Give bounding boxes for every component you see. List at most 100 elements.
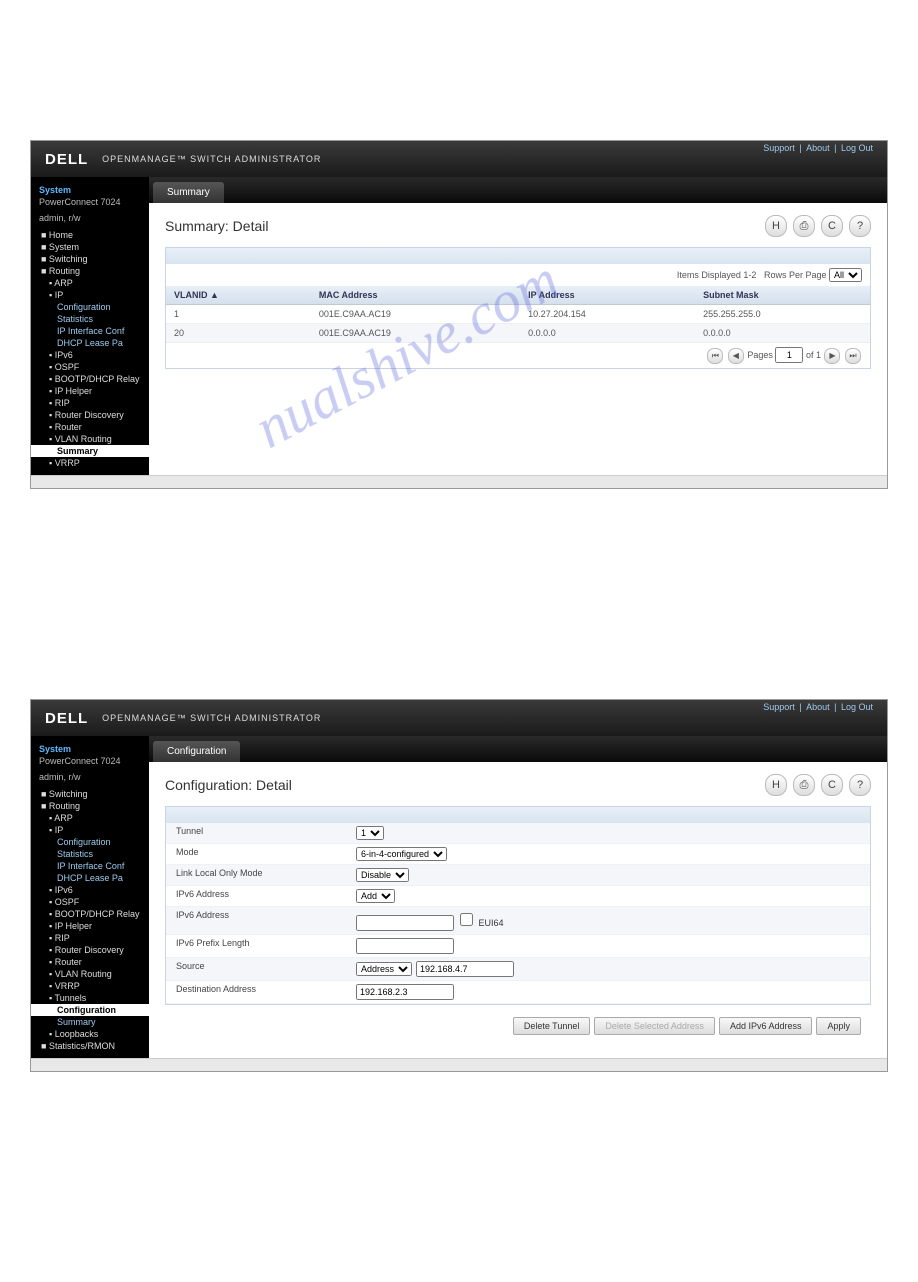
- form-select[interactable]: Disable: [356, 868, 409, 882]
- nav-item[interactable]: ▪ IP: [31, 289, 149, 301]
- about-link[interactable]: About: [806, 143, 830, 153]
- nav-item[interactable]: ■ Home: [31, 229, 149, 241]
- nav-item[interactable]: ▪ OSPF: [31, 896, 149, 908]
- action-button[interactable]: Delete Tunnel: [513, 1017, 591, 1035]
- action-button[interactable]: Apply: [816, 1017, 861, 1035]
- app-title: OPENMANAGE™ SWITCH ADMINISTRATOR: [102, 154, 321, 164]
- print-icon[interactable]: ⎙: [793, 774, 815, 796]
- save-icon[interactable]: H: [765, 774, 787, 796]
- nav-item[interactable]: DHCP Lease Pa: [31, 872, 149, 884]
- form-input[interactable]: [356, 984, 454, 1000]
- column-header[interactable]: IP Address: [520, 286, 695, 305]
- items-displayed: Items Displayed 1-2: [677, 270, 757, 280]
- nav-item[interactable]: ▪ IPv6: [31, 349, 149, 361]
- about-link[interactable]: About: [806, 702, 830, 712]
- nav-item[interactable]: ▪ ARP: [31, 812, 149, 824]
- form-select[interactable]: 6-in-4-configured: [356, 847, 447, 861]
- form-select[interactable]: Address: [356, 962, 412, 976]
- help-icon[interactable]: ?: [849, 215, 871, 237]
- nav-item[interactable]: ▪ OSPF: [31, 361, 149, 373]
- nav-item[interactable]: IP Interface Conf: [31, 325, 149, 337]
- nav-item[interactable]: ▪ Loopbacks: [31, 1028, 149, 1040]
- logout-link[interactable]: Log Out: [841, 143, 873, 153]
- pager-first-icon[interactable]: ⏮: [707, 348, 723, 364]
- pager-input[interactable]: [775, 347, 803, 363]
- column-header[interactable]: VLANID ▲: [166, 286, 311, 305]
- pager-next-icon[interactable]: ▶: [824, 348, 840, 364]
- support-link[interactable]: Support: [763, 702, 795, 712]
- main-content: Summary Summary: Detail H ⎙ C ? Items Di…: [149, 177, 887, 475]
- nav-item[interactable]: ■ System: [31, 241, 149, 253]
- form-label: Mode: [176, 847, 356, 861]
- app-title: OPENMANAGE™ SWITCH ADMINISTRATOR: [102, 713, 321, 723]
- nav-item[interactable]: ▪ BOOTP/DHCP Relay: [31, 908, 149, 920]
- page-title: Configuration: Detail: [165, 777, 292, 793]
- nav-item[interactable]: ▪ RIP: [31, 932, 149, 944]
- print-icon[interactable]: ⎙: [793, 215, 815, 237]
- rows-per-page-select[interactable]: All: [829, 268, 862, 282]
- nav-item[interactable]: ▪ VLAN Routing: [31, 433, 149, 445]
- form-select[interactable]: Add: [356, 889, 395, 903]
- nav-item[interactable]: ▪ VLAN Routing: [31, 968, 149, 980]
- refresh-icon[interactable]: C: [821, 774, 843, 796]
- horizontal-scrollbar[interactable]: [31, 475, 887, 488]
- nav-item[interactable]: ▪ Router: [31, 421, 149, 433]
- table-row: 20001E.C9AA.AC190.0.0.00.0.0.0: [166, 324, 870, 343]
- nav-item[interactable]: ▪ ARP: [31, 277, 149, 289]
- support-link[interactable]: Support: [763, 143, 795, 153]
- system-user: admin, r/w: [31, 772, 149, 788]
- form-input[interactable]: [416, 961, 514, 977]
- nav-item[interactable]: ▪ Router Discovery: [31, 409, 149, 421]
- nav-item[interactable]: Statistics: [31, 313, 149, 325]
- nav-item[interactable]: Summary: [31, 445, 149, 457]
- nav-item[interactable]: ■ Routing: [31, 800, 149, 812]
- column-header[interactable]: Subnet Mask: [695, 286, 870, 305]
- config-form-box: Tunnel1Mode6-in-4-configuredLink Local O…: [165, 806, 871, 1005]
- nav-item[interactable]: ▪ Tunnels: [31, 992, 149, 1004]
- nav-item[interactable]: ▪ IPv6: [31, 884, 149, 896]
- tab-summary[interactable]: Summary: [153, 182, 224, 203]
- nav-item[interactable]: ▪ BOOTP/DHCP Relay: [31, 373, 149, 385]
- help-icon[interactable]: ?: [849, 774, 871, 796]
- action-button: Delete Selected Address: [594, 1017, 715, 1035]
- eui64-checkbox[interactable]: [460, 913, 473, 926]
- pager-prev-icon[interactable]: ◀: [728, 348, 744, 364]
- tab-configuration[interactable]: Configuration: [153, 741, 240, 762]
- nav-item[interactable]: ▪ Router: [31, 956, 149, 968]
- form-row: Tunnel1: [166, 823, 870, 844]
- save-icon[interactable]: H: [765, 215, 787, 237]
- horizontal-scrollbar[interactable]: [31, 1058, 887, 1071]
- nav-item[interactable]: IP Interface Conf: [31, 860, 149, 872]
- nav-item[interactable]: Configuration: [31, 1004, 149, 1016]
- pager-last-icon[interactable]: ⏭: [845, 348, 861, 364]
- form-input[interactable]: [356, 915, 454, 931]
- tab-bar: Summary: [149, 177, 887, 203]
- refresh-icon[interactable]: C: [821, 215, 843, 237]
- nav-item[interactable]: ■ Switching: [31, 253, 149, 265]
- vlan-table: VLANID ▲MAC AddressIP AddressSubnet Mask…: [166, 286, 870, 343]
- action-button[interactable]: Add IPv6 Address: [719, 1017, 813, 1035]
- form-select[interactable]: 1: [356, 826, 384, 840]
- nav-item[interactable]: ■ Statistics/RMON: [31, 1040, 149, 1052]
- form-input[interactable]: [356, 938, 454, 954]
- nav-item[interactable]: ▪ VRRP: [31, 457, 149, 469]
- nav-item[interactable]: Summary: [31, 1016, 149, 1028]
- rows-per-page-label: Rows Per Page: [764, 270, 827, 280]
- nav-item[interactable]: ▪ IP Helper: [31, 385, 149, 397]
- nav-item[interactable]: ■ Routing: [31, 265, 149, 277]
- nav-item[interactable]: DHCP Lease Pa: [31, 337, 149, 349]
- nav-item[interactable]: ▪ VRRP: [31, 980, 149, 992]
- logout-link[interactable]: Log Out: [841, 702, 873, 712]
- column-header[interactable]: MAC Address: [311, 286, 520, 305]
- nav-item[interactable]: ▪ IP: [31, 824, 149, 836]
- pager-label: Pages: [747, 350, 773, 360]
- nav-sidebar: System PowerConnect 7024 admin, r/w ■ Sw…: [31, 736, 149, 1058]
- form-row: IPv6 Address EUI64: [166, 907, 870, 935]
- nav-item[interactable]: ▪ IP Helper: [31, 920, 149, 932]
- nav-item[interactable]: ■ Switching: [31, 788, 149, 800]
- nav-item[interactable]: Configuration: [31, 836, 149, 848]
- nav-item[interactable]: Statistics: [31, 848, 149, 860]
- nav-item[interactable]: ▪ RIP: [31, 397, 149, 409]
- nav-item[interactable]: Configuration: [31, 301, 149, 313]
- nav-item[interactable]: ▪ Router Discovery: [31, 944, 149, 956]
